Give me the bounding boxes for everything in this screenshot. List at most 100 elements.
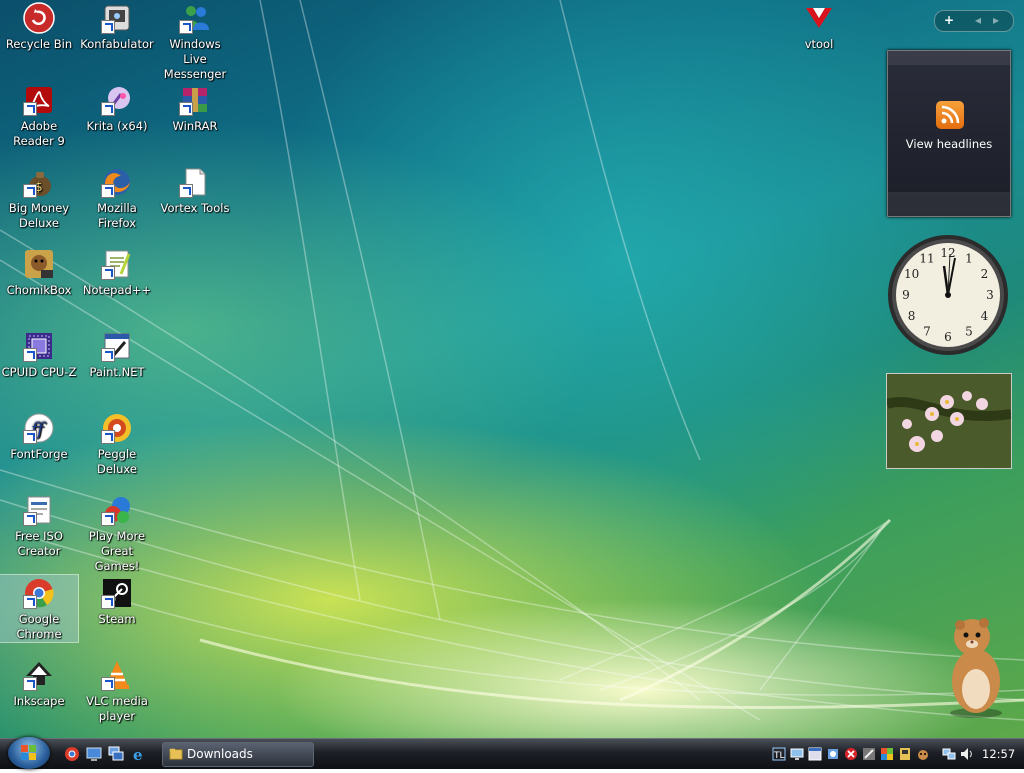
volume-icon[interactable] bbox=[960, 746, 974, 760]
taskbar: e Downloads TL 12:57 bbox=[0, 737, 1024, 769]
vlc-icon bbox=[101, 659, 133, 691]
desktop-icon-fontforge[interactable]: ff FontForge bbox=[0, 410, 78, 462]
quicklaunch-show-desktop-icon[interactable] bbox=[86, 746, 102, 762]
inkscape-icon bbox=[23, 659, 55, 691]
desktop-icon-vortex-tools[interactable]: Vortex Tools bbox=[156, 164, 234, 216]
network-share-icon[interactable] bbox=[826, 746, 840, 760]
shortcut-arrow-icon bbox=[23, 184, 37, 198]
icon-label: Krita (x64) bbox=[86, 119, 148, 133]
quicklaunch-internet-explorer-icon[interactable]: e bbox=[131, 746, 147, 764]
desktop-icon-play-more-games[interactable]: Play More Great Games! bbox=[78, 492, 156, 574]
desktop-icon-steam[interactable]: Steam bbox=[78, 575, 156, 627]
cpuz-icon bbox=[23, 330, 55, 362]
hamster-tray-icon[interactable] bbox=[916, 746, 930, 760]
slideshow-gadget[interactable] bbox=[886, 373, 1012, 469]
icon-label: Paint.NET bbox=[89, 365, 145, 379]
clock-number: 4 bbox=[981, 309, 989, 323]
desktop-icon-inkscape[interactable]: Inkscape bbox=[0, 657, 78, 709]
icon-label: Mozilla Firefox bbox=[97, 201, 137, 230]
desktop[interactable]: Recycle Bin Adobe Reader 9 $ Big Money D… bbox=[0, 0, 1024, 738]
desktop-icon-konfabulator[interactable]: Konfabulator bbox=[78, 0, 156, 52]
krita-icon bbox=[101, 84, 133, 116]
peggle-icon bbox=[101, 412, 133, 444]
network-icon[interactable] bbox=[942, 746, 956, 760]
icon-label: ChomikBox bbox=[6, 283, 72, 297]
rss-icon bbox=[936, 101, 964, 129]
desktop-icon-vtool[interactable]: vtool bbox=[780, 0, 858, 52]
icon-label: vtool bbox=[804, 37, 834, 51]
icon-label: Google Chrome bbox=[16, 612, 62, 641]
svg-text:TL: TL bbox=[773, 751, 785, 761]
icon-label: Free ISO Creator bbox=[15, 529, 63, 558]
next-gadget-button[interactable]: ▸ bbox=[993, 13, 999, 27]
shortcut-arrow-icon bbox=[101, 677, 115, 691]
winrar-icon bbox=[179, 84, 211, 116]
clock-number: 12 bbox=[940, 246, 955, 260]
desktop-icon-peggle[interactable]: Peggle Deluxe bbox=[78, 410, 156, 477]
clock-gadget[interactable]: 12 1 2 3 4 5 6 7 8 9 10 11 bbox=[887, 234, 1009, 356]
desktop-icon-messenger[interactable]: Windows Live Messenger bbox=[156, 0, 234, 82]
view-headlines-link[interactable]: View headlines bbox=[888, 137, 1010, 151]
monitor-icon[interactable] bbox=[790, 746, 804, 760]
desktop-icon-chomikbox[interactable]: ChomikBox bbox=[0, 246, 78, 298]
shortcut-arrow-icon bbox=[23, 677, 37, 691]
security-alert-icon[interactable] bbox=[844, 746, 858, 760]
clock-number: 11 bbox=[919, 252, 934, 266]
icon-label: WinRAR bbox=[172, 119, 218, 133]
feed-headlines-gadget[interactable]: View headlines bbox=[887, 50, 1011, 217]
icon-label: Notepad++ bbox=[82, 283, 152, 297]
desktop-icon-paintnet[interactable]: Paint.NET bbox=[78, 328, 156, 380]
desktop-icon-free-iso[interactable]: Free ISO Creator bbox=[0, 492, 78, 559]
clock-number: 10 bbox=[904, 267, 919, 281]
taskbar-button-downloads[interactable]: Downloads bbox=[162, 742, 314, 767]
fontforge-icon: ff bbox=[23, 412, 55, 444]
desktop-icon-krita[interactable]: Krita (x64) bbox=[78, 82, 156, 134]
vtool-icon bbox=[803, 2, 835, 34]
shortcut-arrow-icon bbox=[101, 102, 115, 116]
windows-update-icon[interactable] bbox=[880, 746, 894, 760]
desktop-icon-vlc[interactable]: VLC media player bbox=[78, 657, 156, 724]
hamster-pet-icon[interactable] bbox=[938, 615, 1008, 720]
icon-label: Konfabulator bbox=[80, 37, 154, 51]
add-gadget-button[interactable]: + bbox=[944, 13, 954, 27]
tools-icon[interactable] bbox=[862, 746, 876, 760]
clock-number: 5 bbox=[965, 324, 973, 338]
taskbar-clock[interactable]: 12:57 bbox=[982, 747, 1015, 761]
app-tray-icon[interactable] bbox=[898, 746, 912, 760]
icon-label: Recycle Bin bbox=[5, 37, 73, 51]
icon-label: Windows Live Messenger bbox=[163, 37, 227, 81]
desktop-icon-chrome[interactable]: Google Chrome bbox=[0, 574, 79, 643]
icon-label: CPUID CPU-Z bbox=[1, 365, 77, 379]
start-button[interactable] bbox=[8, 737, 50, 769]
desktop-icon-winrar[interactable]: WinRAR bbox=[156, 82, 234, 134]
quicklaunch-chrome-icon[interactable] bbox=[64, 746, 80, 762]
desktop-icon-cpuz[interactable]: CPUID CPU-Z bbox=[0, 328, 78, 380]
icon-label: Adobe Reader 9 bbox=[13, 119, 65, 148]
desktop-icon-recycle-bin[interactable]: Recycle Bin bbox=[0, 0, 78, 52]
shortcut-arrow-icon bbox=[101, 348, 115, 362]
prev-gadget-button[interactable]: ◂ bbox=[975, 13, 981, 27]
svg-text:e: e bbox=[133, 746, 143, 762]
quicklaunch-switch-windows-icon[interactable] bbox=[108, 746, 124, 762]
shortcut-arrow-icon bbox=[23, 512, 37, 526]
shortcut-arrow-icon bbox=[179, 102, 193, 116]
window-icon[interactable] bbox=[808, 746, 822, 761]
language-bar-icon[interactable]: TL bbox=[772, 746, 786, 761]
clock-number: 8 bbox=[908, 309, 916, 323]
chomikbox-icon bbox=[23, 248, 55, 280]
shortcut-arrow-icon bbox=[23, 102, 37, 116]
notepadpp-icon bbox=[101, 248, 133, 280]
shortcut-arrow-icon bbox=[101, 595, 115, 609]
icon-label: Vortex Tools bbox=[160, 201, 230, 215]
clock-number: 7 bbox=[923, 324, 931, 338]
konfabulator-icon bbox=[101, 2, 133, 34]
icon-label: Inkscape bbox=[13, 694, 65, 708]
icon-label: Big Money Deluxe bbox=[8, 201, 70, 230]
desktop-icon-big-money[interactable]: $ Big Money Deluxe bbox=[0, 164, 78, 231]
clock-number: 2 bbox=[981, 267, 989, 281]
shortcut-arrow-icon bbox=[101, 266, 115, 280]
desktop-icon-notepadpp[interactable]: Notepad++ bbox=[78, 246, 156, 298]
icon-label: FontForge bbox=[10, 447, 68, 461]
desktop-icon-firefox[interactable]: Mozilla Firefox bbox=[78, 164, 156, 231]
desktop-icon-adobe-reader[interactable]: Adobe Reader 9 bbox=[0, 82, 78, 149]
